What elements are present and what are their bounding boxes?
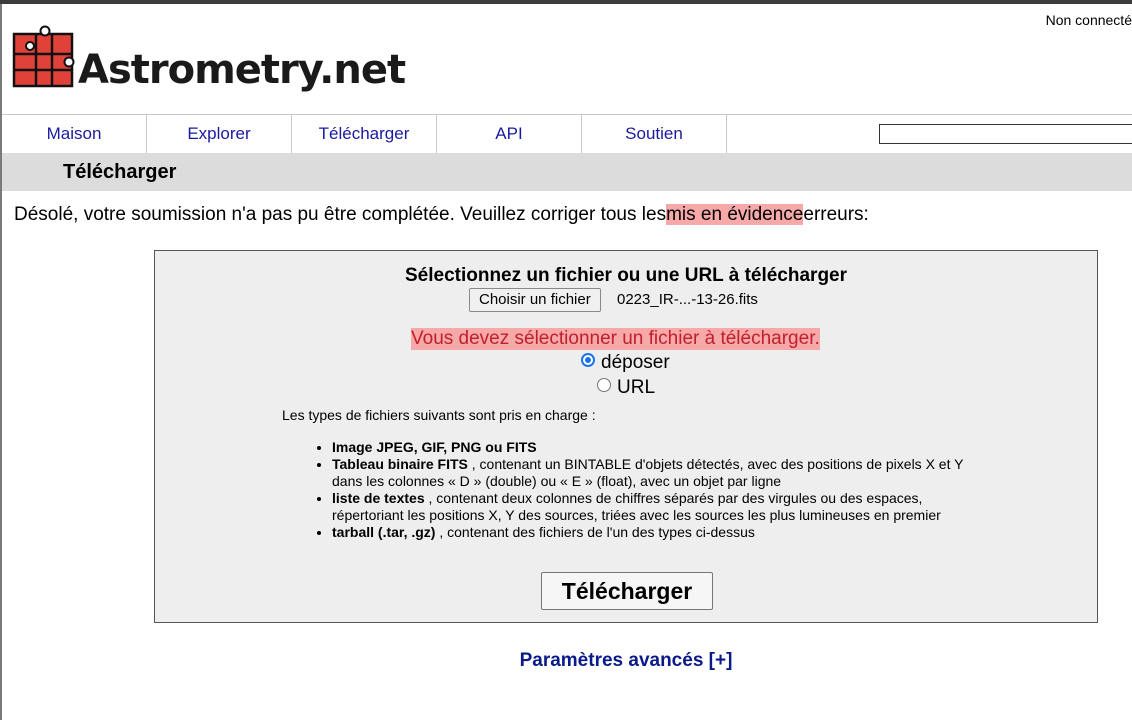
login-status: Non connecté bbox=[1045, 12, 1132, 28]
upload-form-panel: Sélectionnez un fichier ou une URL à tél… bbox=[154, 250, 1098, 623]
radio-option-url[interactable]: URL bbox=[597, 377, 655, 399]
upload-form-title: Sélectionnez un fichier ou une URL à tél… bbox=[404, 265, 848, 286]
nav-item-api[interactable]: API bbox=[437, 115, 582, 153]
logo-grid-icon bbox=[12, 25, 75, 88]
file-types-list: Image JPEG, GIF, PNG ou FITS Tableau bin… bbox=[312, 439, 992, 541]
logo-text: Astrometry.net bbox=[78, 47, 406, 93]
radio-upload[interactable] bbox=[581, 352, 595, 367]
radio-upload-label: déposer bbox=[601, 352, 670, 373]
main-nav: Maison Explorer Télécharger API Soutien bbox=[2, 114, 1132, 154]
list-item: tarball (.tar, .gz) , contenant des fich… bbox=[332, 524, 992, 541]
file-type-name: liste de textes bbox=[332, 490, 425, 506]
list-item: Image JPEG, GIF, PNG ou FITS bbox=[332, 439, 992, 456]
file-type-name: Image JPEG, GIF, PNG ou FITS bbox=[332, 439, 537, 455]
radio-option-upload[interactable]: déposer bbox=[581, 352, 670, 374]
error-text-before: Désolé, votre soumission n'a pas pu être… bbox=[14, 204, 667, 225]
file-types-intro: Les types de fichiers suivants sont pris… bbox=[282, 407, 596, 423]
nav-item-maison[interactable]: Maison bbox=[2, 115, 147, 153]
radio-url-label: URL bbox=[617, 377, 656, 398]
file-error-message: Vous devez sélectionner un fichier à tél… bbox=[411, 328, 820, 350]
error-text-highlight: mis en évidence bbox=[666, 204, 804, 225]
site-logo[interactable]: Astrometry.net bbox=[12, 24, 406, 102]
error-text-after: erreurs: bbox=[803, 204, 869, 225]
nav-item-telecharger[interactable]: Télécharger bbox=[292, 115, 437, 153]
upload-submit-button[interactable]: Télécharger bbox=[541, 572, 713, 610]
file-type-desc: , contenant des fichiers de l'un des typ… bbox=[435, 524, 755, 540]
submission-error-message: Désolé, votre soumission n'a pas pu être… bbox=[14, 204, 869, 226]
list-item: liste de textes , contenant deux colonne… bbox=[332, 490, 992, 524]
nav-item-soutien[interactable]: Soutien bbox=[582, 115, 727, 153]
window-left-border bbox=[0, 4, 2, 720]
page-title-bar: Télécharger bbox=[2, 153, 1132, 191]
radio-url[interactable] bbox=[597, 377, 611, 392]
list-item: Tableau binaire FITS , contenant un BINT… bbox=[332, 456, 992, 490]
choose-file-button[interactable]: Choisir un fichier bbox=[469, 288, 601, 312]
page-title: Télécharger bbox=[63, 161, 177, 183]
selected-file-name: 0223_IR-...-13-26.fits bbox=[617, 291, 758, 308]
file-type-name: Tableau binaire FITS bbox=[332, 456, 468, 472]
file-type-name: tarball (.tar, .gz) bbox=[332, 524, 436, 540]
window-top-bar bbox=[0, 0, 1132, 4]
advanced-settings-toggle[interactable]: Paramètres avancés [+] bbox=[0, 650, 1132, 672]
nav-item-explorer[interactable]: Explorer bbox=[147, 115, 292, 153]
search-input[interactable] bbox=[879, 124, 1132, 144]
